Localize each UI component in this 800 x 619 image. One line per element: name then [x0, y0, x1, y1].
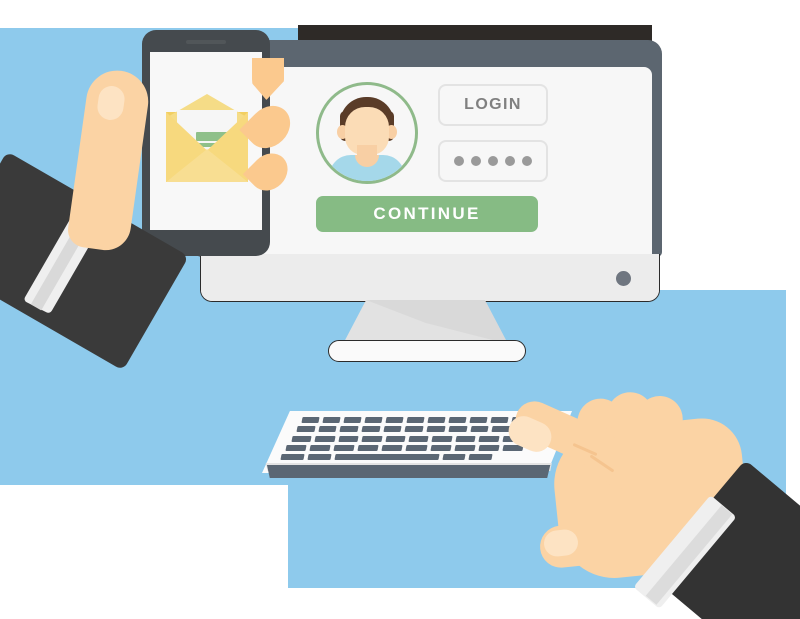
illustration-canvas: LOGIN CONTINUE — [0, 0, 800, 619]
login-input[interactable]: LOGIN — [438, 84, 548, 126]
login-input-label: LOGIN — [464, 96, 522, 113]
password-input[interactable] — [438, 140, 548, 182]
keyboard-key[interactable] — [291, 435, 312, 442]
email-envelope-icon — [166, 94, 248, 182]
keyboard-spacebar[interactable] — [334, 454, 440, 461]
password-dot — [471, 156, 481, 166]
keyboard-key[interactable] — [430, 444, 452, 451]
keyboard-key[interactable] — [280, 454, 305, 461]
power-indicator-icon — [616, 271, 631, 286]
keyboard-key[interactable] — [431, 435, 452, 442]
keyboard-key[interactable] — [404, 426, 424, 433]
keyboard-key[interactable] — [427, 417, 446, 423]
password-dot — [488, 156, 498, 166]
keyboard-key[interactable] — [469, 454, 493, 461]
keyboard-key[interactable] — [448, 417, 467, 423]
monitor-chin-surface — [201, 254, 659, 301]
password-masked-dots — [454, 156, 532, 166]
keyboard-row[interactable] — [301, 417, 533, 423]
avatar-arm-right — [391, 177, 407, 181]
keyboard-key[interactable] — [322, 417, 341, 423]
keyboard-key[interactable] — [361, 426, 381, 433]
password-dot — [454, 156, 464, 166]
keyboard-key[interactable] — [333, 444, 356, 451]
smartphone — [142, 30, 270, 256]
monitor-stand-base — [328, 340, 526, 362]
phone-speaker-icon — [186, 40, 226, 44]
keyboard-key[interactable] — [469, 426, 489, 433]
keyboard-key[interactable] — [407, 435, 429, 442]
keyboard-row[interactable] — [296, 426, 536, 433]
keyboard-key[interactable] — [361, 435, 382, 442]
keyboard-key[interactable] — [384, 435, 406, 442]
keyboard-key[interactable] — [385, 417, 404, 423]
keyboard-front-edge — [266, 465, 551, 478]
keyboard-key[interactable] — [296, 426, 316, 433]
keyboard-key[interactable] — [426, 426, 446, 433]
keyboard-key[interactable] — [307, 454, 332, 461]
keyboard-key[interactable] — [337, 435, 359, 442]
keyboard-key[interactable] — [406, 444, 428, 451]
keyboard-key[interactable] — [339, 426, 359, 433]
keyboard-key[interactable] — [406, 417, 425, 423]
keyboard-key[interactable] — [343, 417, 362, 423]
keyboard-key[interactable] — [285, 444, 308, 451]
keyboard-key[interactable] — [301, 417, 320, 423]
keyboard-key[interactable] — [358, 444, 380, 451]
keyboard-key[interactable] — [469, 417, 488, 423]
phone-screen — [150, 52, 262, 230]
keyboard-key[interactable] — [454, 435, 476, 442]
keyboard-key[interactable] — [442, 454, 467, 461]
keyboard-key[interactable] — [309, 444, 332, 451]
continue-button[interactable]: CONTINUE — [316, 196, 538, 232]
keyboard-key[interactable] — [382, 426, 402, 433]
keyboard-key[interactable] — [364, 417, 383, 423]
keyboard-key[interactable] — [448, 426, 467, 433]
password-dot — [505, 156, 515, 166]
keyboard-key[interactable] — [314, 435, 335, 442]
keyboard-key[interactable] — [478, 444, 500, 451]
login-form: LOGIN CONTINUE — [316, 82, 556, 242]
keyboard-row[interactable] — [280, 454, 497, 461]
avatar-arm-left — [327, 177, 343, 181]
monitor-chin — [200, 254, 660, 302]
keyboard-key[interactable] — [317, 426, 337, 433]
keyboard-key[interactable] — [382, 444, 404, 451]
user-avatar — [316, 82, 418, 184]
keyboard-row[interactable] — [291, 435, 526, 442]
password-dot — [522, 156, 532, 166]
keyboard-key[interactable] — [478, 435, 499, 442]
keyboard-key[interactable] — [454, 444, 476, 451]
continue-button-label: CONTINUE — [373, 204, 481, 223]
keyboard-key[interactable] — [490, 417, 509, 423]
keyboard-row[interactable] — [285, 444, 528, 451]
